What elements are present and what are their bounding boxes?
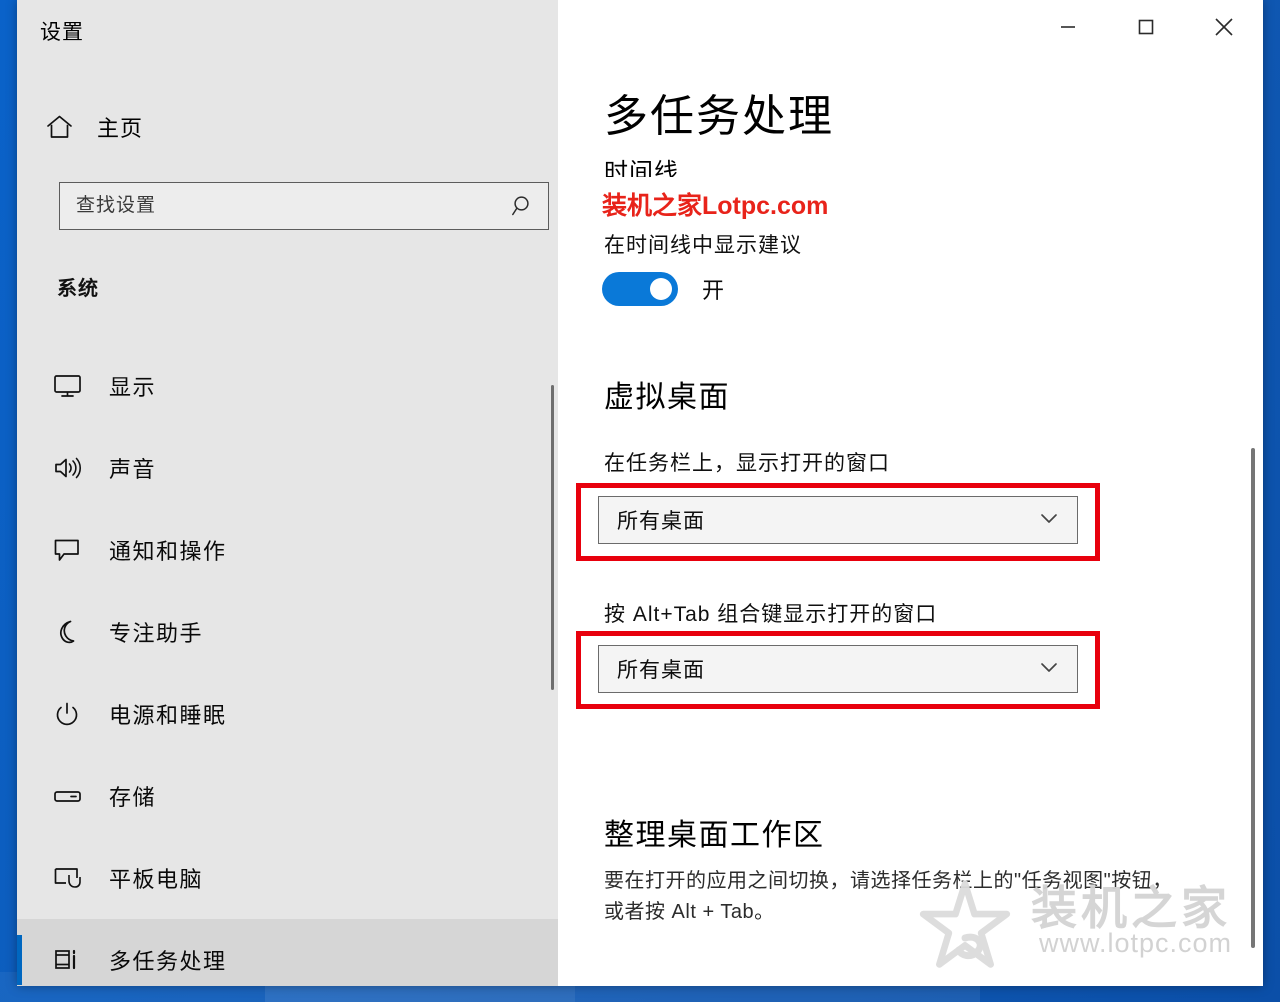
timeline-suggestion-label: 在时间线中显示建议 [604, 234, 802, 257]
sidebar-scrollbar[interactable] [546, 0, 558, 986]
sidebar-group-title: 系统 [57, 278, 99, 300]
chevron-down-icon [1037, 655, 1061, 684]
sidebar-item-label: 专注助手 [109, 621, 204, 646]
gray-watermark-url: www.lotpc.com [1039, 928, 1233, 958]
sidebar-item-label: 电源和睡眠 [109, 703, 227, 728]
page-title: 多任务处理 [604, 92, 834, 141]
sidebar-item-power-sleep[interactable]: 电源和睡眠 [17, 673, 558, 755]
sidebar-item-home[interactable]: 主页 [37, 104, 537, 150]
sidebar: 设置 主页 系统 [17, 0, 558, 986]
dropdown-value: 所有桌面 [617, 510, 705, 533]
workspace-description: 要在打开的应用之间切换，请选择任务栏上的"任务视图"按钮，或者按 Alt + T… [604, 870, 1173, 923]
speaker-icon [53, 455, 93, 481]
sidebar-item-label: 多任务处理 [109, 949, 227, 974]
sidebar-item-multitasking[interactable]: 多任务处理 [17, 919, 558, 986]
multitask-icon [53, 947, 93, 973]
sidebar-item-label: 平板电脑 [109, 867, 204, 892]
sidebar-item-storage[interactable]: 存储 [17, 755, 558, 837]
sidebar-item-focus-assist[interactable]: 专注助手 [17, 591, 558, 673]
sidebar-item-label: 声音 [109, 457, 157, 482]
drive-icon [53, 783, 93, 809]
search-icon [508, 194, 538, 218]
sidebar-item-display[interactable]: 显示 [17, 345, 558, 427]
tablet-icon [53, 865, 93, 891]
virtual-desktops-heading: 虚拟桌面 [604, 381, 730, 414]
sidebar-item-label: 显示 [109, 375, 157, 400]
settings-content: 多任务处理 时间线 装机之家Lotpc.com 在时间线中显示建议 开 虚拟桌面… [558, 0, 1263, 986]
red-watermark-text: 装机之家Lotpc.com [602, 192, 829, 220]
taskbar-windows-label: 在任务栏上，显示打开的窗口 [604, 452, 890, 475]
timeline-heading: 时间线 [604, 159, 679, 177]
sidebar-item-label: 存储 [109, 785, 157, 810]
content-pane: 多任务处理 时间线 装机之家Lotpc.com 在时间线中显示建议 开 虚拟桌面… [558, 0, 1263, 986]
moon-icon [53, 619, 93, 645]
power-icon [53, 701, 93, 727]
alttab-windows-label: 按 Alt+Tab 组合键显示打开的窗口 [604, 603, 938, 626]
sidebar-item-notifications[interactable]: 通知和操作 [17, 509, 558, 591]
sidebar-scrollbar-thumb[interactable] [551, 385, 554, 690]
content-scrollbar-thumb[interactable] [1251, 448, 1255, 948]
timeline-suggestions-toggle[interactable] [602, 272, 678, 306]
toggle-knob [650, 278, 672, 300]
workspace-heading: 整理桌面工作区 [604, 819, 825, 852]
desktop-background: 设置 主页 系统 [0, 0, 1280, 1002]
home-label: 主页 [97, 116, 144, 141]
sidebar-item-label: 通知和操作 [109, 539, 227, 564]
timeline-toggle-row: 开 [602, 272, 725, 306]
chevron-down-icon [1037, 506, 1061, 535]
search-box[interactable] [59, 182, 549, 230]
sidebar-item-tablet[interactable]: 平板电脑 [17, 837, 558, 919]
toggle-state-label: 开 [702, 278, 726, 303]
alttab-windows-dropdown[interactable]: 所有桌面 [598, 645, 1078, 693]
sidebar-item-sound[interactable]: 声音 [17, 427, 558, 509]
search-input[interactable] [76, 195, 508, 217]
settings-window: 设置 主页 系统 [17, 0, 1263, 986]
sidebar-nav-list: 显示 声音 通知和操作 专注助手 电源和睡眠 存储 平板电脑 多任务处理 [17, 345, 558, 986]
home-icon [37, 114, 81, 140]
dropdown-value: 所有桌面 [617, 659, 705, 682]
chat-icon [53, 537, 93, 563]
taskbar-windows-dropdown[interactable]: 所有桌面 [598, 496, 1078, 544]
monitor-icon [53, 373, 93, 399]
app-title: 设置 [40, 21, 84, 44]
